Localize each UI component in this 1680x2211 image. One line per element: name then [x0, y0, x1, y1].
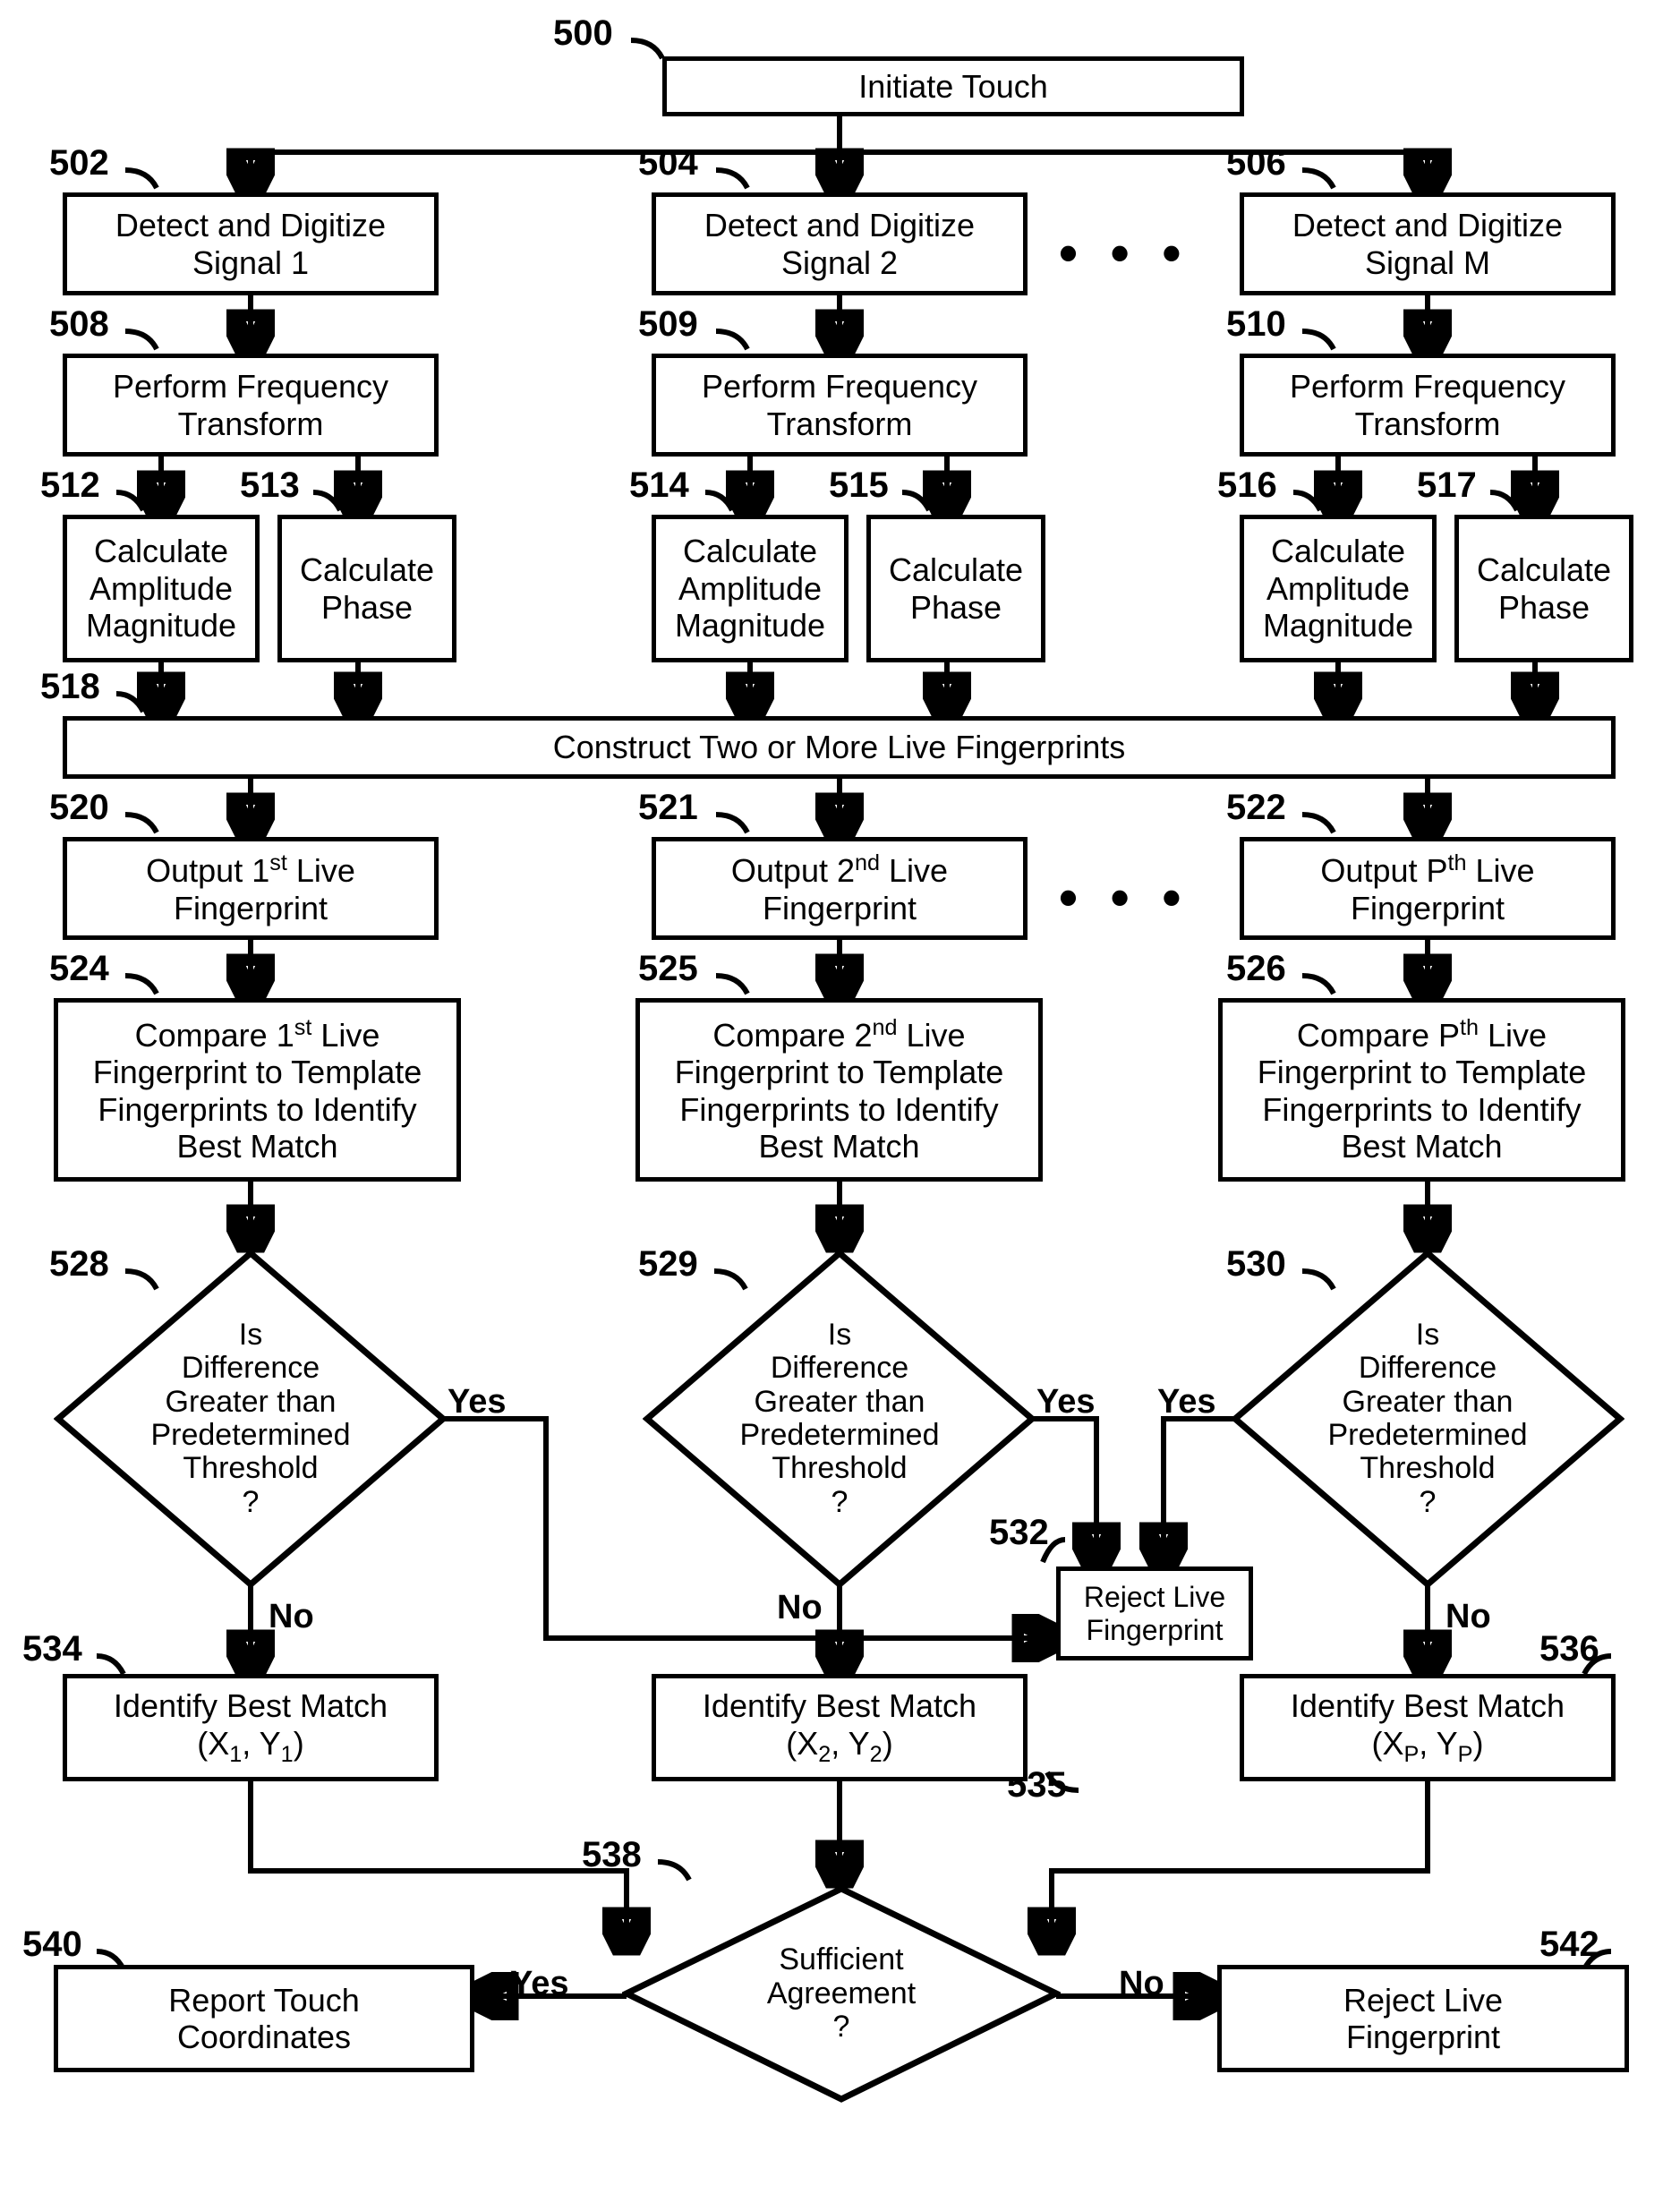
box-freq-transform-m: Perform FrequencyTransform [1240, 354, 1616, 457]
box-calc-phase-1: CalculatePhase [277, 515, 456, 662]
text: Compare Pth LiveFingerprint to TemplateF… [1258, 1015, 1587, 1165]
ref-512: 512 [40, 465, 100, 506]
ref-522: 522 [1226, 788, 1286, 828]
text: IsDifferenceGreater thanPredeterminedThr… [1327, 1319, 1527, 1519]
box-best-match-1: Identify Best Match(X1, Y1) [63, 1674, 439, 1781]
text: Detect and DigitizeSignal 2 [704, 207, 975, 281]
ref-516: 516 [1217, 465, 1277, 506]
ref-509: 509 [638, 304, 698, 345]
text: Compare 1st LiveFingerprint to TemplateF… [93, 1015, 422, 1165]
box-calc-amp-m: CalculateAmplitudeMagnitude [1240, 515, 1437, 662]
ref-518: 518 [40, 667, 100, 707]
decision-threshold-2: IsDifferenceGreater thanPredeterminedThr… [643, 1249, 1036, 1589]
box-freq-transform-2: Perform FrequencyTransform [652, 354, 1028, 457]
text: IsDifferenceGreater thanPredeterminedThr… [739, 1319, 939, 1519]
ref-515: 515 [829, 465, 889, 506]
box-report-touch: Report TouchCoordinates [54, 1965, 474, 2072]
text: Identify Best Match(XP, YP) [1291, 1687, 1565, 1768]
edge-yes: Yes [510, 1965, 569, 2003]
box-output-fp-1: Output 1st LiveFingerprint [63, 837, 439, 940]
text: SufficientAgreement? [767, 1943, 916, 2044]
box-best-match-2: Identify Best Match(X2, Y2) [652, 1674, 1028, 1781]
box-output-fp-2: Output 2nd LiveFingerprint [652, 837, 1028, 940]
ref-538: 538 [582, 1835, 642, 1875]
text: Output Pth LiveFingerprint [1320, 850, 1534, 926]
text: CalculatePhase [889, 551, 1023, 626]
ref-540: 540 [22, 1925, 82, 1965]
text: Output 1st LiveFingerprint [146, 850, 355, 926]
ref-502: 502 [49, 143, 109, 184]
text: Perform FrequencyTransform [702, 368, 977, 442]
ref-542: 542 [1539, 1925, 1599, 1965]
ref-526: 526 [1226, 949, 1286, 989]
text: CalculateAmplitudeMagnitude [86, 533, 236, 644]
decision-threshold-1: IsDifferenceGreater thanPredeterminedThr… [54, 1249, 448, 1589]
text: Perform FrequencyTransform [113, 368, 388, 442]
box-initiate-touch: Initiate Touch [662, 56, 1244, 116]
text: Detect and DigitizeSignal 1 [115, 207, 386, 281]
ref-510: 510 [1226, 304, 1286, 345]
ref-532: 532 [989, 1513, 1049, 1553]
box-calc-phase-2: CalculatePhase [866, 515, 1045, 662]
text: Compare 2nd LiveFingerprint to TemplateF… [675, 1015, 1004, 1165]
text: Identify Best Match(X2, Y2) [703, 1687, 976, 1768]
ellipsis: • • • [1059, 866, 1190, 928]
box-detect-signal-m: Detect and DigitizeSignal M [1240, 192, 1616, 295]
text: CalculatePhase [1477, 551, 1611, 626]
edge-no: No [269, 1598, 314, 1636]
text: Detect and DigitizeSignal M [1292, 207, 1563, 281]
ref-500: 500 [553, 13, 613, 54]
ref-508: 508 [49, 304, 109, 345]
box-detect-signal-1: Detect and DigitizeSignal 1 [63, 192, 439, 295]
text: IsDifferenceGreater thanPredeterminedThr… [150, 1319, 350, 1519]
ref-506: 506 [1226, 143, 1286, 184]
text: Construct Two or More Live Fingerprints [553, 729, 1126, 765]
ref-514: 514 [629, 465, 689, 506]
box-compare-fp-2: Compare 2nd LiveFingerprint to TemplateF… [635, 998, 1043, 1182]
text: CalculateAmplitudeMagnitude [675, 533, 825, 644]
box-detect-signal-2: Detect and DigitizeSignal 2 [652, 192, 1028, 295]
box-output-fp-p: Output Pth LiveFingerprint [1240, 837, 1616, 940]
edge-yes: Yes [1036, 1383, 1096, 1421]
text: Perform FrequencyTransform [1290, 368, 1565, 442]
ref-504: 504 [638, 143, 698, 184]
decision-threshold-p: IsDifferenceGreater thanPredeterminedThr… [1231, 1249, 1625, 1589]
ref-534: 534 [22, 1629, 82, 1669]
box-calc-phase-m: CalculatePhase [1454, 515, 1633, 662]
text: Initiate Touch [858, 68, 1047, 105]
box-calc-amp-1: CalculateAmplitudeMagnitude [63, 515, 260, 662]
ref-525: 525 [638, 949, 698, 989]
ellipsis: • • • [1059, 222, 1190, 284]
ref-524: 524 [49, 949, 109, 989]
box-compare-fp-1: Compare 1st LiveFingerprint to TemplateF… [54, 998, 461, 1182]
edge-no: No [777, 1589, 823, 1627]
text: CalculateAmplitudeMagnitude [1263, 533, 1413, 644]
ref-520: 520 [49, 788, 109, 828]
text: Report TouchCoordinates [168, 1982, 359, 2056]
text: Reject LiveFingerprint [1343, 1982, 1503, 2056]
text: Reject LiveFingerprint [1084, 1581, 1225, 1647]
ref-536: 536 [1539, 1629, 1599, 1669]
edge-yes: Yes [1157, 1383, 1216, 1421]
box-compare-fp-p: Compare Pth LiveFingerprint to TemplateF… [1218, 998, 1625, 1182]
box-reject-fp-top: Reject LiveFingerprint [1056, 1566, 1253, 1660]
box-construct-fingerprints: Construct Two or More Live Fingerprints [63, 716, 1616, 779]
decision-sufficient-agreement: SufficientAgreement? [622, 1884, 1061, 2104]
box-reject-fp-bottom: Reject LiveFingerprint [1217, 1965, 1629, 2072]
box-calc-amp-2: CalculateAmplitudeMagnitude [652, 515, 849, 662]
edge-yes: Yes [448, 1383, 507, 1421]
edge-no: No [1119, 1965, 1164, 2003]
text: Identify Best Match(X1, Y1) [114, 1687, 388, 1768]
box-best-match-p: Identify Best Match(XP, YP) [1240, 1674, 1616, 1781]
edge-no: No [1445, 1598, 1491, 1636]
box-freq-transform-1: Perform FrequencyTransform [63, 354, 439, 457]
ref-517: 517 [1417, 465, 1477, 506]
text: CalculatePhase [300, 551, 434, 626]
ref-521: 521 [638, 788, 698, 828]
text: Output 2nd LiveFingerprint [731, 850, 948, 926]
ref-513: 513 [240, 465, 300, 506]
